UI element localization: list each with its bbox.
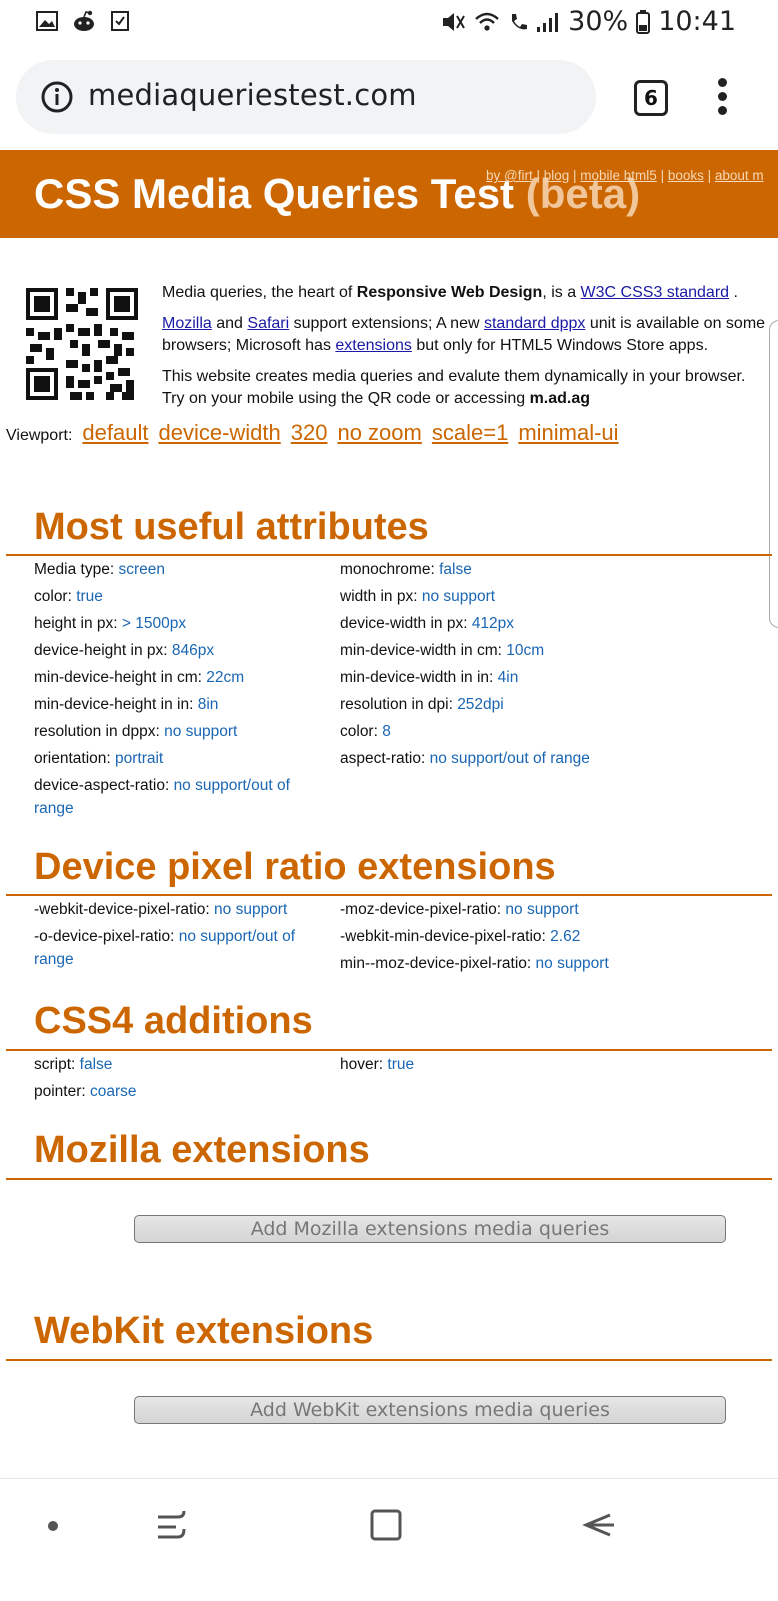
battery-percent: 30% (568, 6, 629, 37)
add-mozilla-queries-button[interactable]: Add Mozilla extensions media queries (134, 1215, 726, 1243)
section-title-css4: CSS4 additions (34, 1000, 313, 1042)
attr-row: orientation: portrait (34, 750, 164, 767)
attr-row: hover: true (340, 1056, 415, 1073)
safari-link[interactable]: Safari (247, 315, 289, 332)
section-title-dpr: Device pixel ratio extensions (34, 846, 556, 888)
css4-left-column: script: false pointer: coarse (34, 1051, 324, 1105)
extensions-link[interactable]: extensions (335, 337, 412, 354)
section-title-webkit: WebKit extensions (34, 1310, 374, 1352)
section-title-useful: Most useful attributes (34, 506, 429, 548)
w3c-standard-link[interactable]: W3C CSS3 standard (581, 284, 730, 301)
intro-paragraph-3: This website creates media queries and e… (162, 368, 746, 407)
mozilla-link[interactable]: Mozilla (162, 315, 212, 332)
site-header: CSS Media Queries Test (beta) by @firt |… (0, 150, 778, 238)
attr-row: width in px: no support (340, 588, 496, 605)
intro-paragraph-1: Media queries, the heart of Responsive W… (162, 284, 738, 301)
attr-row: script: false (34, 1056, 113, 1073)
home-icon[interactable] (366, 1505, 406, 1545)
dpr-left-column: -webkit-device-pixel-ratio: no support -… (34, 896, 324, 971)
checklist-icon (111, 11, 129, 31)
link-about[interactable]: about m (715, 168, 764, 183)
attr-row: resolution in dppx: no support (34, 723, 238, 740)
attr-row: monochrome: false (340, 561, 472, 578)
info-icon[interactable] (40, 80, 74, 114)
attr-row: resolution in dpi: 252dpi (340, 696, 504, 713)
call-icon (512, 13, 528, 29)
link-books[interactable]: books (668, 168, 704, 183)
attr-row: min-device-height in in: 8in (34, 696, 219, 713)
viewport-default[interactable]: default (82, 420, 148, 445)
scroll-indicator[interactable] (769, 320, 778, 628)
nav-dot-icon[interactable] (46, 1519, 60, 1533)
dpr-right-column: -moz-device-pixel-ratio: no support -web… (340, 896, 760, 977)
reddit-icon (74, 10, 94, 31)
recent-apps-icon[interactable] (154, 1507, 190, 1543)
wifi-icon (475, 12, 499, 31)
standard-dppx-link[interactable]: standard dppx (484, 315, 585, 332)
attr-row: color: true (34, 588, 103, 605)
attr-row: min-device-width in in: 4in (340, 669, 519, 686)
attr-row: Media type: screen (34, 561, 165, 578)
gallery-icon (36, 11, 58, 31)
attr-row: min-device-width in cm: 10cm (340, 642, 545, 659)
url-text[interactable]: mediaqueriestest.com (88, 78, 417, 112)
mute-icon (443, 12, 466, 31)
attr-row: -webkit-device-pixel-ratio: no support (34, 901, 288, 918)
attr-row: min--moz-device-pixel-ratio: no support (340, 955, 609, 972)
qr-code-image (26, 288, 138, 400)
intro-paragraph-2: Mozilla and Safari support extensions; A… (162, 315, 766, 354)
attr-row: device-height in px: 846px (34, 642, 215, 659)
back-icon[interactable] (578, 1507, 618, 1543)
address-bar[interactable]: mediaqueriestest.com (16, 60, 596, 134)
viewport-options: Viewport: default device-width 320 no zoom sc… (6, 420, 619, 446)
css4-right-column: hover: true (340, 1051, 760, 1078)
attr-row: aspect-ratio: no support/out of range (340, 750, 590, 767)
attr-row: min-device-height in cm: 22cm (34, 669, 245, 686)
clock: 10:41 (658, 6, 736, 37)
attr-row: device-aspect-ratio: no support/out of r… (34, 777, 290, 817)
viewport-scale-1[interactable]: scale=1 (432, 420, 508, 445)
attr-row: device-width in px: 412px (340, 615, 515, 632)
useful-right-column: monochrome: false width in px: no suppor… (340, 556, 760, 772)
section-divider (6, 1178, 772, 1180)
notification-icons (36, 10, 130, 32)
section-title-mozilla: Mozilla extensions (34, 1129, 370, 1171)
intro-text: Media queries, the heart of Responsive W… (162, 282, 768, 419)
attr-row: color: 8 (340, 723, 391, 740)
battery-icon (636, 9, 651, 34)
viewport-320[interactable]: 320 (291, 420, 328, 445)
useful-left-column: Media type: screen color: true height in… (34, 556, 324, 820)
status-bar: 30% 10:41 (0, 0, 778, 46)
system-navigation-bar (0, 1478, 778, 1601)
tab-switcher-button[interactable]: 6 (634, 80, 668, 116)
attr-row: -webkit-min-device-pixel-ratio: 2.62 (340, 928, 581, 945)
viewport-label: Viewport: (6, 427, 73, 444)
link-firt[interactable]: by @firt (486, 168, 533, 183)
attr-row: pointer: coarse (34, 1083, 137, 1100)
header-links: by @firt | blog | mobile html5 | books |… (486, 168, 764, 183)
viewport-no-zoom[interactable]: no zoom (337, 420, 421, 445)
add-webkit-queries-button[interactable]: Add WebKit extensions media queries (134, 1396, 726, 1424)
section-divider (6, 1359, 772, 1361)
attr-row: -moz-device-pixel-ratio: no support (340, 901, 579, 918)
menu-icon[interactable] (718, 78, 728, 120)
viewport-device-width[interactable]: device-width (158, 420, 280, 445)
attr-row: -o-device-pixel-ratio: no support/out of… (34, 928, 296, 968)
signal-icon (537, 12, 559, 32)
viewport-minimal-ui[interactable]: minimal-ui (518, 420, 618, 445)
browser-toolbar: mediaqueriestest.com 6 (0, 46, 778, 150)
link-mobile-html5[interactable]: mobile html5 (580, 168, 657, 183)
attr-row: height in px: > 1500px (34, 615, 187, 632)
system-status: 30% 10:41 (440, 6, 736, 37)
link-blog[interactable]: blog (544, 168, 570, 183)
